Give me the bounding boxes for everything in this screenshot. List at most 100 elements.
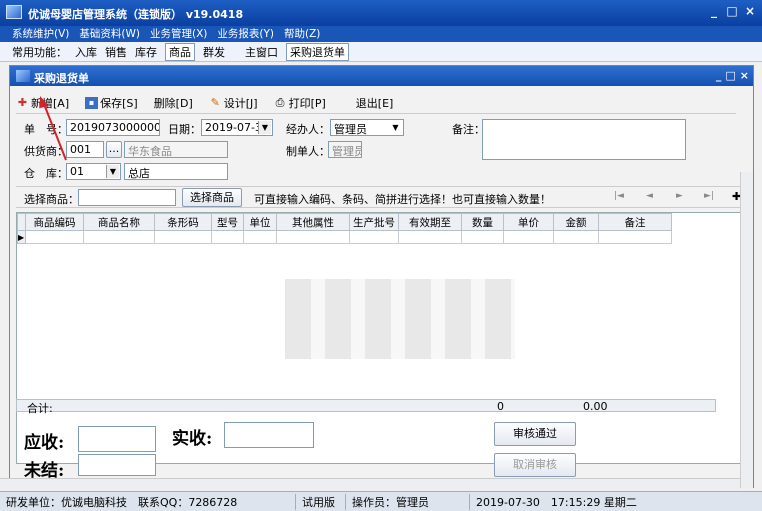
chevron-down-icon[interactable]: ▼	[258, 121, 271, 134]
new-label: 新增[A]	[31, 96, 70, 110]
minimize-button[interactable]: _	[708, 4, 720, 18]
design-icon: ✎	[210, 95, 220, 109]
exit-button[interactable]: 退出[E]	[356, 95, 394, 111]
table-row[interactable]: ▶	[17, 230, 672, 244]
table-cell[interactable]	[154, 230, 212, 244]
quick-mass-message[interactable]: 群发	[203, 44, 225, 60]
col-amount[interactable]: 金额	[553, 213, 599, 231]
quick-purchase-return[interactable]: 采购退货单	[286, 42, 349, 61]
child-titlebar: 采购退货单 _ □ ×	[10, 66, 753, 86]
table-cell[interactable]	[503, 230, 554, 244]
table-cell[interactable]	[243, 230, 277, 244]
col-other-attr[interactable]: 其他属性	[276, 213, 350, 231]
supplier-name-field: 华东食品	[124, 141, 228, 158]
table-cell[interactable]	[553, 230, 599, 244]
col-unit[interactable]: 单位	[243, 213, 277, 231]
select-hint: 可直接输入编码、条码、简拼进行选择！也可直接输入数量！	[254, 193, 551, 206]
table-cell[interactable]	[276, 230, 350, 244]
app-titlebar: 优诚母婴店管理系统（连锁版） v19.0418 _ □ ×	[0, 0, 762, 26]
maximize-button[interactable]: □	[726, 4, 738, 18]
horizontal-scrollbar[interactable]	[0, 478, 740, 490]
current-row-pointer-icon: ▶	[17, 230, 26, 244]
col-remark[interactable]: 备注	[598, 213, 672, 231]
chevron-down-icon[interactable]: ▼	[106, 165, 119, 178]
design-label: 设计[J]	[223, 96, 258, 110]
menu-system[interactable]: 系统维护(V)	[12, 26, 69, 42]
date-field[interactable]: 2019-07-30 ▼	[201, 119, 273, 136]
quick-inbound[interactable]: 入库	[75, 44, 97, 60]
quick-main-window[interactable]: 主窗口	[245, 44, 278, 60]
row-indicator-header	[17, 213, 26, 231]
handler-select[interactable]: 管理员 ▼	[330, 119, 404, 136]
supplier-browse-button[interactable]: ...	[106, 141, 122, 158]
child-title: 采购退货单	[34, 72, 89, 85]
menu-basic-data[interactable]: 基础资料(W)	[79, 26, 140, 42]
warehouse-select[interactable]: 01 ▼	[66, 163, 121, 180]
table-cell[interactable]	[398, 230, 462, 244]
printer-icon: ⎙	[275, 95, 285, 109]
col-goods-name[interactable]: 商品名称	[83, 213, 155, 231]
quick-goods[interactable]: 商品	[165, 42, 195, 61]
handler-value: 管理员	[334, 123, 367, 136]
col-quantity[interactable]: 数量	[461, 213, 504, 231]
next-record-icon[interactable]: ►	[676, 191, 683, 201]
col-model[interactable]: 型号	[211, 213, 244, 231]
save-label: 保存[S]	[100, 96, 138, 110]
new-button[interactable]: ✚ 新增[A]	[16, 95, 69, 111]
col-unit-price[interactable]: 单价	[503, 213, 554, 231]
approve-button[interactable]: 审核通过	[494, 422, 576, 446]
last-record-icon[interactable]: ►|	[704, 191, 714, 201]
col-batch-no[interactable]: 生产批号	[349, 213, 399, 231]
table-cell[interactable]	[25, 230, 84, 244]
vertical-scrollbar[interactable]	[740, 172, 753, 488]
chevron-down-icon[interactable]: ▼	[389, 121, 402, 134]
prev-record-icon[interactable]: ◄	[646, 191, 653, 201]
status-bar: 研发单位：优诚电脑科技 联系QQ：7286728 试用版 操作员：管理员 201…	[0, 491, 762, 511]
goods-table: 商品编码 商品名称 条形码 型号 单位 其他属性 生产批号 有效期至 数量 单价…	[17, 213, 672, 244]
order-no-field[interactable]: 2019073000000001	[66, 119, 160, 136]
col-barcode[interactable]: 条形码	[154, 213, 212, 231]
unsettled-field[interactable]	[78, 454, 156, 476]
print-button[interactable]: ⎙ 打印[P]	[274, 95, 326, 111]
child-close-button[interactable]: ×	[740, 69, 749, 82]
table-cell[interactable]	[461, 230, 504, 244]
quick-stock[interactable]: 库存	[135, 44, 157, 60]
receivable-label: 应收:	[24, 433, 65, 453]
status-operator: 操作员：管理员	[346, 493, 470, 510]
first-record-icon[interactable]: |◄	[614, 191, 624, 201]
print-label: 打印[P]	[288, 96, 326, 110]
delete-button[interactable]: 删除[D]	[154, 95, 193, 111]
table-cell[interactable]	[598, 230, 672, 244]
received-field[interactable]	[224, 422, 314, 448]
child-maximize-button[interactable]: □	[725, 69, 735, 82]
purchase-return-window: 采购退货单 _ □ × ✚ 新增[A] ▪ 保存[S] 删除[D] ✎ 设计[J…	[9, 65, 754, 488]
table-cell[interactable]	[349, 230, 399, 244]
warehouse-name-field: 总店	[124, 163, 228, 180]
design-button[interactable]: ✎ 设计[J]	[209, 95, 258, 111]
close-button[interactable]: ×	[744, 4, 756, 18]
exit-label: 退出[E]	[355, 96, 394, 110]
menu-business[interactable]: 业务管理(X)	[150, 26, 207, 42]
status-company: 研发单位：优诚电脑科技 联系QQ：7286728	[0, 493, 296, 510]
quick-sales[interactable]: 销售	[105, 44, 127, 60]
table-cell[interactable]	[211, 230, 244, 244]
received-label: 实收:	[172, 429, 213, 449]
app-title: 优诚母婴店管理系统（连锁版） v19.0418	[28, 8, 244, 21]
menu-help[interactable]: 帮助(Z)	[284, 26, 320, 42]
remark-field[interactable]	[482, 119, 686, 160]
receivable-field[interactable]	[78, 426, 156, 452]
child-minimize-button[interactable]: _	[716, 69, 722, 82]
col-expiry[interactable]: 有效期至	[398, 213, 462, 231]
supplier-code-field[interactable]: 001	[66, 141, 104, 158]
warehouse-code: 01	[70, 165, 84, 178]
total-row: 合计: 0 0.00	[16, 399, 716, 415]
select-product-input[interactable]	[78, 189, 176, 206]
select-product-button[interactable]: 选择商品	[182, 188, 242, 207]
save-button[interactable]: ▪ 保存[S]	[85, 95, 138, 111]
unapprove-button[interactable]: 取消审核	[494, 453, 576, 477]
table-cell[interactable]	[83, 230, 155, 244]
remark-label: 备注：	[452, 123, 485, 136]
menu-reports[interactable]: 业务报表(Y)	[217, 26, 274, 42]
col-goods-code[interactable]: 商品编码	[25, 213, 84, 231]
toolbar: ✚ 新增[A] ▪ 保存[S] 删除[D] ✎ 设计[J] ⎙ 打印[P] 退出…	[16, 92, 736, 114]
